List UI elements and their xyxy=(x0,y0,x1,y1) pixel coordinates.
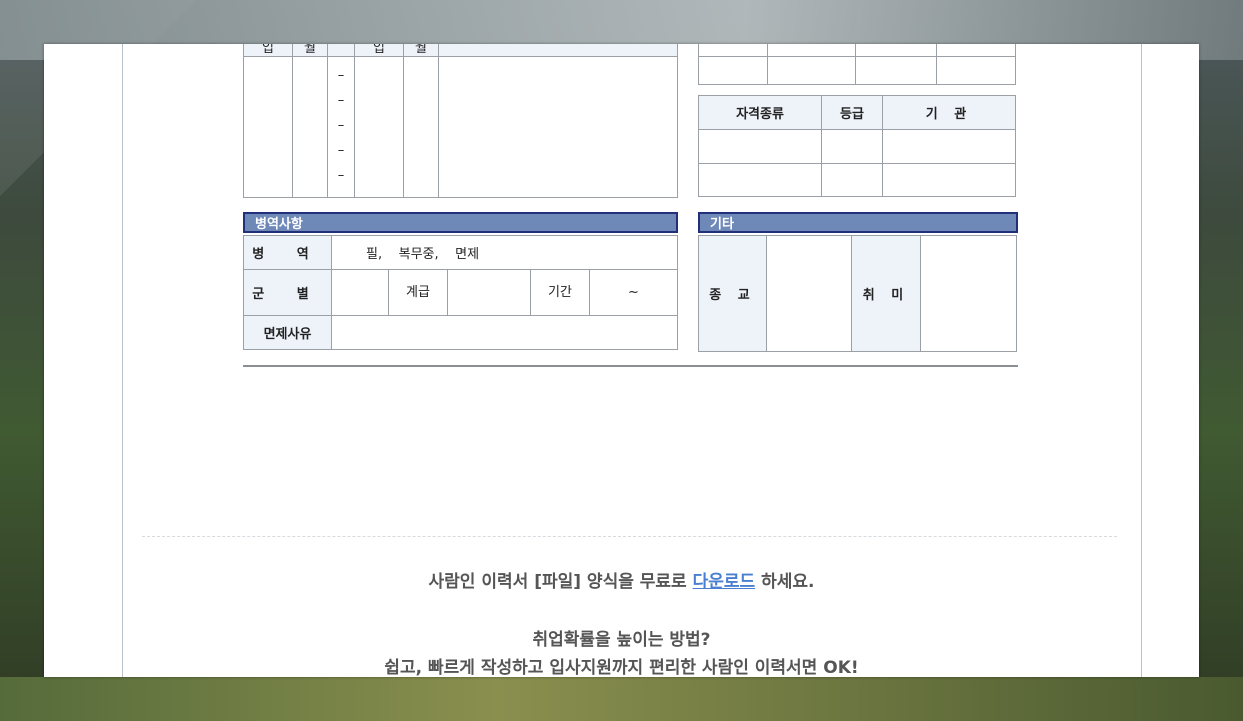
dotted-divider xyxy=(142,536,1117,537)
military-status-value: 필, 복무중, 면제 xyxy=(331,235,678,270)
label-cell: 취 미 xyxy=(851,235,921,352)
education-table: 입 월 입 월 – – – – – xyxy=(243,44,678,198)
career-table-partial xyxy=(698,44,1016,85)
header-cell: 기 관 xyxy=(882,95,1016,130)
dash: – xyxy=(337,118,345,133)
table-cell xyxy=(354,56,404,198)
table-cell xyxy=(936,56,1016,85)
table-cell xyxy=(698,44,768,57)
table-cell xyxy=(243,56,293,198)
table-cell xyxy=(882,129,1016,164)
table-cell xyxy=(766,235,852,352)
label-cell: 군 별 xyxy=(243,269,332,316)
certificate-table: 자격종류 등급 기 관 xyxy=(698,95,1016,197)
label-cell: 면제사유 xyxy=(243,315,332,350)
image-viewer-panel: 입 월 입 월 – – – – – 자격종류 등급 기 관 병역사항 병 역 필… xyxy=(44,44,1199,677)
dash: – xyxy=(337,143,345,158)
table-cell xyxy=(331,315,678,350)
header-cell: 입 xyxy=(354,44,404,57)
header-cell xyxy=(438,44,678,57)
download-text-pre: 사람인 이력서 [파일] 양식을 무료로 xyxy=(428,572,693,592)
dash: – xyxy=(337,93,345,108)
table-cell xyxy=(331,269,389,316)
other-table: 종 교 취 미 xyxy=(698,235,1017,352)
header-cell: 월 xyxy=(292,44,328,57)
label-cell: 병 역 xyxy=(243,235,332,270)
download-message: 사람인 이력서 [파일] 양식을 무료로 다운로드 하세요. xyxy=(44,567,1199,592)
other-section-title: 기타 xyxy=(698,212,1018,233)
table-cell xyxy=(882,163,1016,197)
tip-heading: 취업확률을 높이는 방법? xyxy=(532,630,711,650)
table-cell xyxy=(936,44,1016,57)
section-divider xyxy=(243,365,1018,367)
download-text-post: 하세요. xyxy=(755,572,815,592)
dash: – xyxy=(337,168,345,183)
period-value: ~ xyxy=(589,269,678,316)
header-cell: 자격종류 xyxy=(698,95,822,130)
header-cell xyxy=(327,44,355,57)
label-cell: 계급 xyxy=(388,269,448,316)
header-cell: 월 xyxy=(403,44,439,57)
table-cell xyxy=(855,44,937,57)
table-cell xyxy=(438,56,678,198)
table-cell: – – – – – xyxy=(327,56,355,198)
header-cell: 입 xyxy=(243,44,293,57)
table-cell xyxy=(767,44,856,57)
label-cell: 기간 xyxy=(530,269,590,316)
table-cell xyxy=(821,163,883,197)
header-cell: 등급 xyxy=(821,95,883,130)
label-cell: 종 교 xyxy=(698,235,767,352)
table-cell xyxy=(821,129,883,164)
table-cell xyxy=(920,235,1017,352)
download-link[interactable]: 다운로드 xyxy=(693,572,756,592)
table-cell xyxy=(698,129,822,164)
table-cell xyxy=(767,56,856,85)
table-cell xyxy=(403,56,439,198)
tip-text: 쉽고, 빠르게 작성하고 입사지원까지 편리한 사람인 이력서면 OK! xyxy=(384,658,859,677)
military-table: 병 역 필, 복무중, 면제 군 별 계급 기간 ~ 면제사유 xyxy=(243,235,678,350)
table-cell xyxy=(698,163,822,197)
table-cell xyxy=(447,269,531,316)
table-cell xyxy=(855,56,937,85)
dash: – xyxy=(337,68,345,83)
military-section-title: 병역사항 xyxy=(243,212,678,233)
table-cell xyxy=(698,56,768,85)
table-cell xyxy=(292,56,328,198)
